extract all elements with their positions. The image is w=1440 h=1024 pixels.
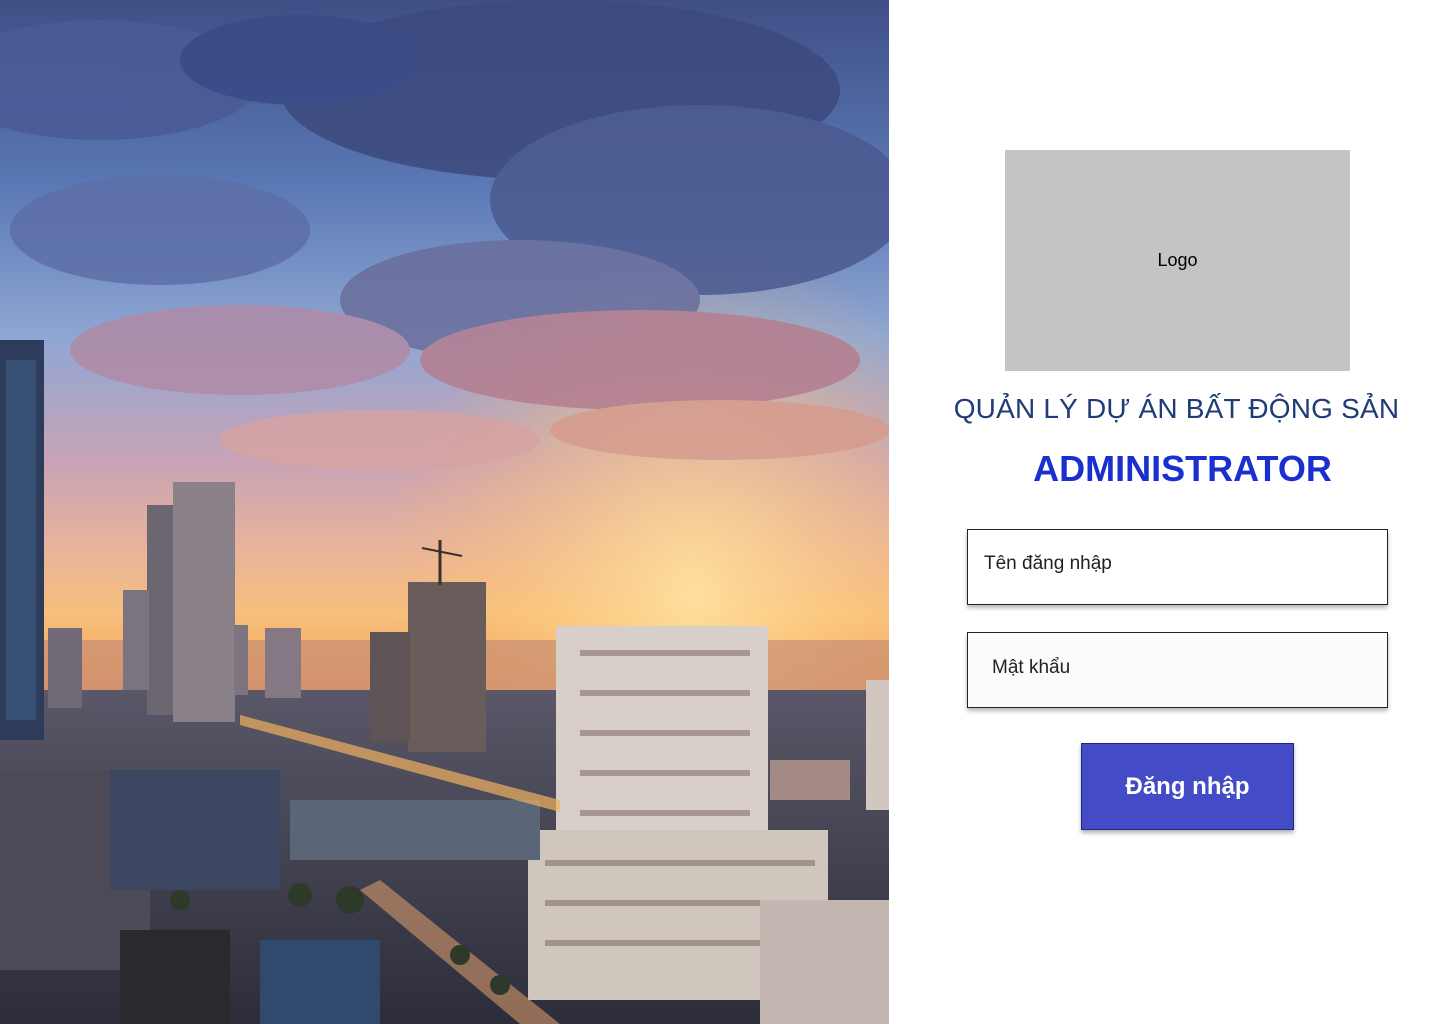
hero-city-image: [0, 0, 889, 1024]
page-title: ADMINISTRATOR: [1033, 448, 1332, 489]
password-input[interactable]: [968, 633, 1387, 707]
app-subtitle: QUẢN LÝ DỰ ÁN BẤT ĐỘNG SẢN: [953, 393, 1400, 424]
login-panel: Logo QUẢN LÝ DỰ ÁN BẤT ĐỘNG SẢN ADMINIST…: [889, 0, 1440, 1024]
logo-label: Logo: [1157, 250, 1198, 270]
logo-placeholder: Logo: [1005, 150, 1350, 371]
password-field: [967, 632, 1388, 708]
login-page: Logo QUẢN LÝ DỰ ÁN BẤT ĐỘNG SẢN ADMINIST…: [0, 0, 1440, 1024]
username-field: [967, 529, 1388, 605]
login-button[interactable]: Đăng nhập: [1081, 743, 1294, 830]
city-skyline-illustration: [0, 0, 889, 1024]
username-input[interactable]: [968, 530, 1387, 604]
